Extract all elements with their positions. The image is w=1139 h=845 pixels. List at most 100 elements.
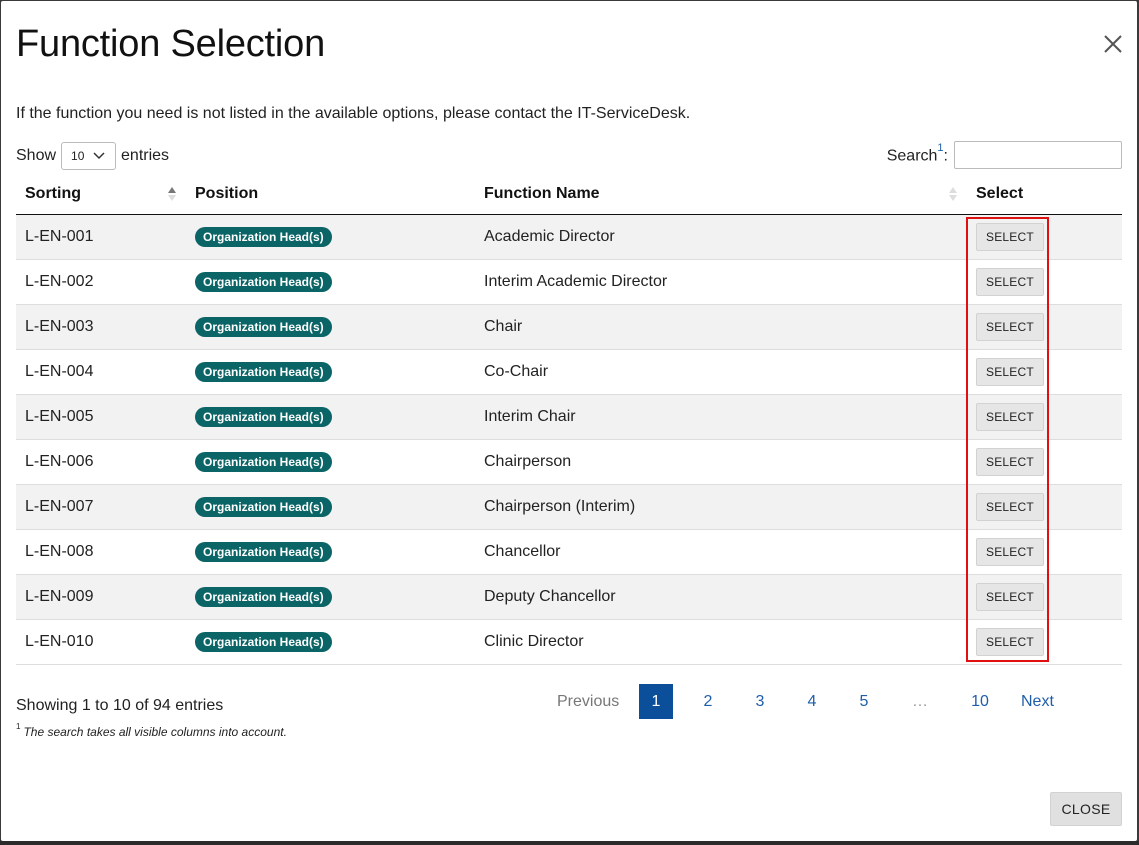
cell-sorting: L-EN-002 xyxy=(16,259,186,305)
table-row: L-EN-009 Organization Head(s) Deputy Cha… xyxy=(16,574,1122,620)
select-button[interactable]: SELECT xyxy=(976,627,1044,656)
table-header-row: Sorting Position Function Name Select xyxy=(16,175,1122,215)
cell-position: Organization Head(s) xyxy=(186,214,475,260)
cell-sorting: L-EN-003 xyxy=(16,304,186,350)
table-row: L-EN-010 Organization Head(s) Clinic Dir… xyxy=(16,619,1122,665)
select-button[interactable]: SELECT xyxy=(976,447,1044,476)
search-control: Search1: xyxy=(887,141,1122,169)
pagination-page[interactable]: 2 xyxy=(700,684,716,719)
select-button[interactable]: SELECT xyxy=(976,582,1044,611)
select-button[interactable]: SELECT xyxy=(976,267,1044,296)
close-icon[interactable] xyxy=(1102,33,1124,55)
table-row: L-EN-008 Organization Head(s) Chancellor… xyxy=(16,529,1122,575)
cell-select: SELECT xyxy=(967,619,1122,665)
chevron-down-icon xyxy=(93,152,105,160)
pagination-page[interactable]: 4 xyxy=(804,684,820,719)
header-sorting[interactable]: Sorting xyxy=(16,175,186,215)
pagination-page-current[interactable]: 1 xyxy=(639,684,673,719)
cell-sorting: L-EN-007 xyxy=(16,484,186,530)
select-button[interactable]: SELECT xyxy=(976,402,1044,431)
cell-select: SELECT xyxy=(967,394,1122,440)
cell-select: SELECT xyxy=(967,529,1122,575)
search-input[interactable] xyxy=(954,141,1122,169)
position-badge: Organization Head(s) xyxy=(195,586,332,607)
cell-position: Organization Head(s) xyxy=(186,484,475,530)
cell-function-name: Clinic Director xyxy=(475,619,967,665)
table-row: L-EN-001 Organization Head(s) Academic D… xyxy=(16,214,1122,260)
header-function-name-label: Function Name xyxy=(484,185,600,203)
cell-function-name: Chancellor xyxy=(475,529,967,575)
pagination-page[interactable]: 3 xyxy=(752,684,768,719)
footnote-marker: 1 xyxy=(16,722,21,731)
cell-sorting: L-EN-004 xyxy=(16,349,186,395)
position-badge: Organization Head(s) xyxy=(195,496,332,517)
page-length-value: 10 xyxy=(71,149,85,163)
cell-position: Organization Head(s) xyxy=(186,529,475,575)
position-badge: Organization Head(s) xyxy=(195,451,332,472)
header-sorting-label: Sorting xyxy=(25,185,81,203)
select-button[interactable]: SELECT xyxy=(976,492,1044,521)
table-row: L-EN-004 Organization Head(s) Co-Chair S… xyxy=(16,349,1122,395)
show-label: Show xyxy=(16,147,57,164)
info-text: If the function you need is not listed i… xyxy=(16,105,691,122)
cell-function-name: Chairperson xyxy=(475,439,967,485)
table-row: L-EN-006 Organization Head(s) Chairperso… xyxy=(16,439,1122,485)
table-row: L-EN-003 Organization Head(s) Chair SELE… xyxy=(16,304,1122,350)
search-colon: : xyxy=(943,147,948,165)
position-badge: Organization Head(s) xyxy=(195,226,332,247)
position-badge: Organization Head(s) xyxy=(195,361,332,382)
cell-function-name: Deputy Chancellor xyxy=(475,574,967,620)
position-badge: Organization Head(s) xyxy=(195,406,332,427)
cell-function-name: Chair xyxy=(475,304,967,350)
select-button[interactable]: SELECT xyxy=(976,357,1044,386)
position-badge: Organization Head(s) xyxy=(195,541,332,562)
cell-select: SELECT xyxy=(967,439,1122,485)
table-row: L-EN-005 Organization Head(s) Interim Ch… xyxy=(16,394,1122,440)
function-selection-modal: Function Selection If the function you n… xyxy=(1,1,1137,841)
cell-function-name: Chairperson (Interim) xyxy=(475,484,967,530)
cell-position: Organization Head(s) xyxy=(186,394,475,440)
position-badge: Organization Head(s) xyxy=(195,316,332,337)
cell-function-name: Academic Director xyxy=(475,214,967,260)
search-footnote-marker[interactable]: 1 xyxy=(937,142,943,154)
cell-select: SELECT xyxy=(967,259,1122,305)
cell-sorting: L-EN-010 xyxy=(16,619,186,665)
search-label: Search1: xyxy=(887,142,948,165)
table-body: L-EN-001 Organization Head(s) Academic D… xyxy=(16,214,1122,665)
pagination-page-last[interactable]: 10 xyxy=(967,684,993,719)
cell-position: Organization Head(s) xyxy=(186,619,475,665)
select-button[interactable]: SELECT xyxy=(976,222,1044,251)
select-button[interactable]: SELECT xyxy=(976,537,1044,566)
close-button[interactable]: CLOSE xyxy=(1050,792,1122,826)
cell-sorting: L-EN-009 xyxy=(16,574,186,620)
select-button[interactable]: SELECT xyxy=(976,312,1044,341)
header-select: Select xyxy=(967,175,1122,215)
cell-position: Organization Head(s) xyxy=(186,259,475,305)
table-row: L-EN-002 Organization Head(s) Interim Ac… xyxy=(16,259,1122,305)
cell-function-name: Interim Academic Director xyxy=(475,259,967,305)
cell-sorting: L-EN-001 xyxy=(16,214,186,260)
header-function-name[interactable]: Function Name xyxy=(475,175,967,215)
background-strip xyxy=(0,841,1139,845)
cell-sorting: L-EN-008 xyxy=(16,529,186,575)
pagination-next[interactable]: Next xyxy=(1021,684,1054,719)
position-badge: Organization Head(s) xyxy=(195,631,332,652)
pagination-page[interactable]: 5 xyxy=(856,684,872,719)
cell-sorting: L-EN-005 xyxy=(16,394,186,440)
entries-label: entries xyxy=(121,147,170,164)
table-info: Showing 1 to 10 of 94 entries xyxy=(16,697,224,714)
sort-icon xyxy=(949,187,957,201)
page-length-control: Show 10 entries xyxy=(16,142,169,170)
cell-select: SELECT xyxy=(967,349,1122,395)
search-footnote: 1 The search takes all visible columns in… xyxy=(16,722,287,739)
pagination-ellipsis: … xyxy=(912,693,928,710)
pagination-previous[interactable]: Previous xyxy=(557,684,619,719)
cell-select: SELECT xyxy=(967,484,1122,530)
cell-select: SELECT xyxy=(967,214,1122,260)
cell-select: SELECT xyxy=(967,304,1122,350)
header-position: Position xyxy=(186,175,475,215)
sort-icon xyxy=(168,187,176,201)
cell-function-name: Co-Chair xyxy=(475,349,967,395)
page-length-select[interactable]: 10 xyxy=(61,142,117,170)
cell-position: Organization Head(s) xyxy=(186,574,475,620)
